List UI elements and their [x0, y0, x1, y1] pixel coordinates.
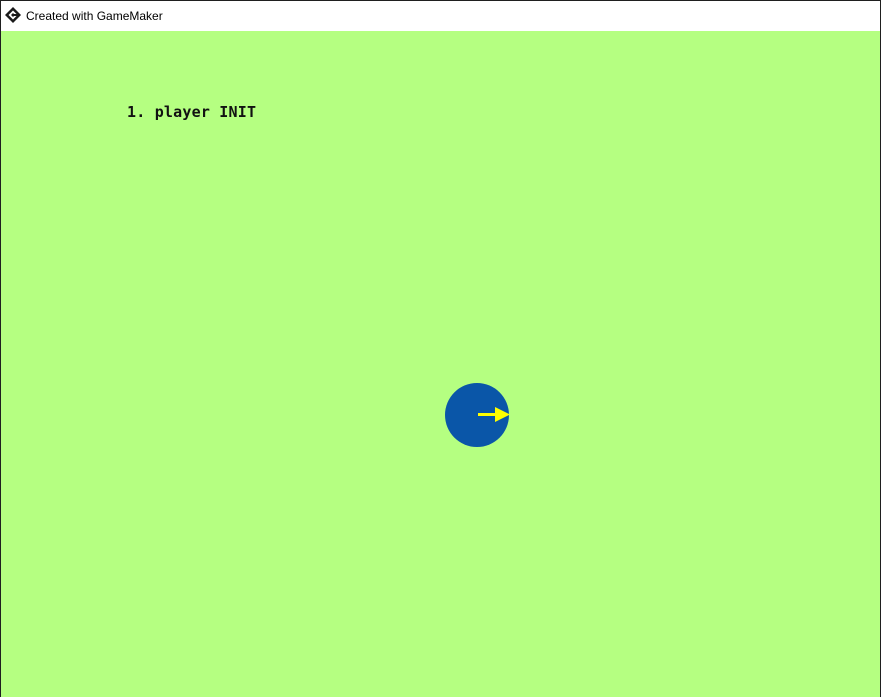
player-sprite	[444, 383, 510, 449]
gamemaker-logo-icon	[5, 7, 21, 23]
game-canvas[interactable]: 1. player INIT	[1, 31, 880, 697]
direction-arrow-shaft	[478, 413, 496, 416]
debug-text: 1. player INIT	[127, 103, 257, 121]
game-window: Created with GameMaker 1. player INIT	[0, 0, 881, 697]
title-bar[interactable]: Created with GameMaker	[1, 1, 880, 31]
window-title: Created with GameMaker	[26, 9, 163, 23]
